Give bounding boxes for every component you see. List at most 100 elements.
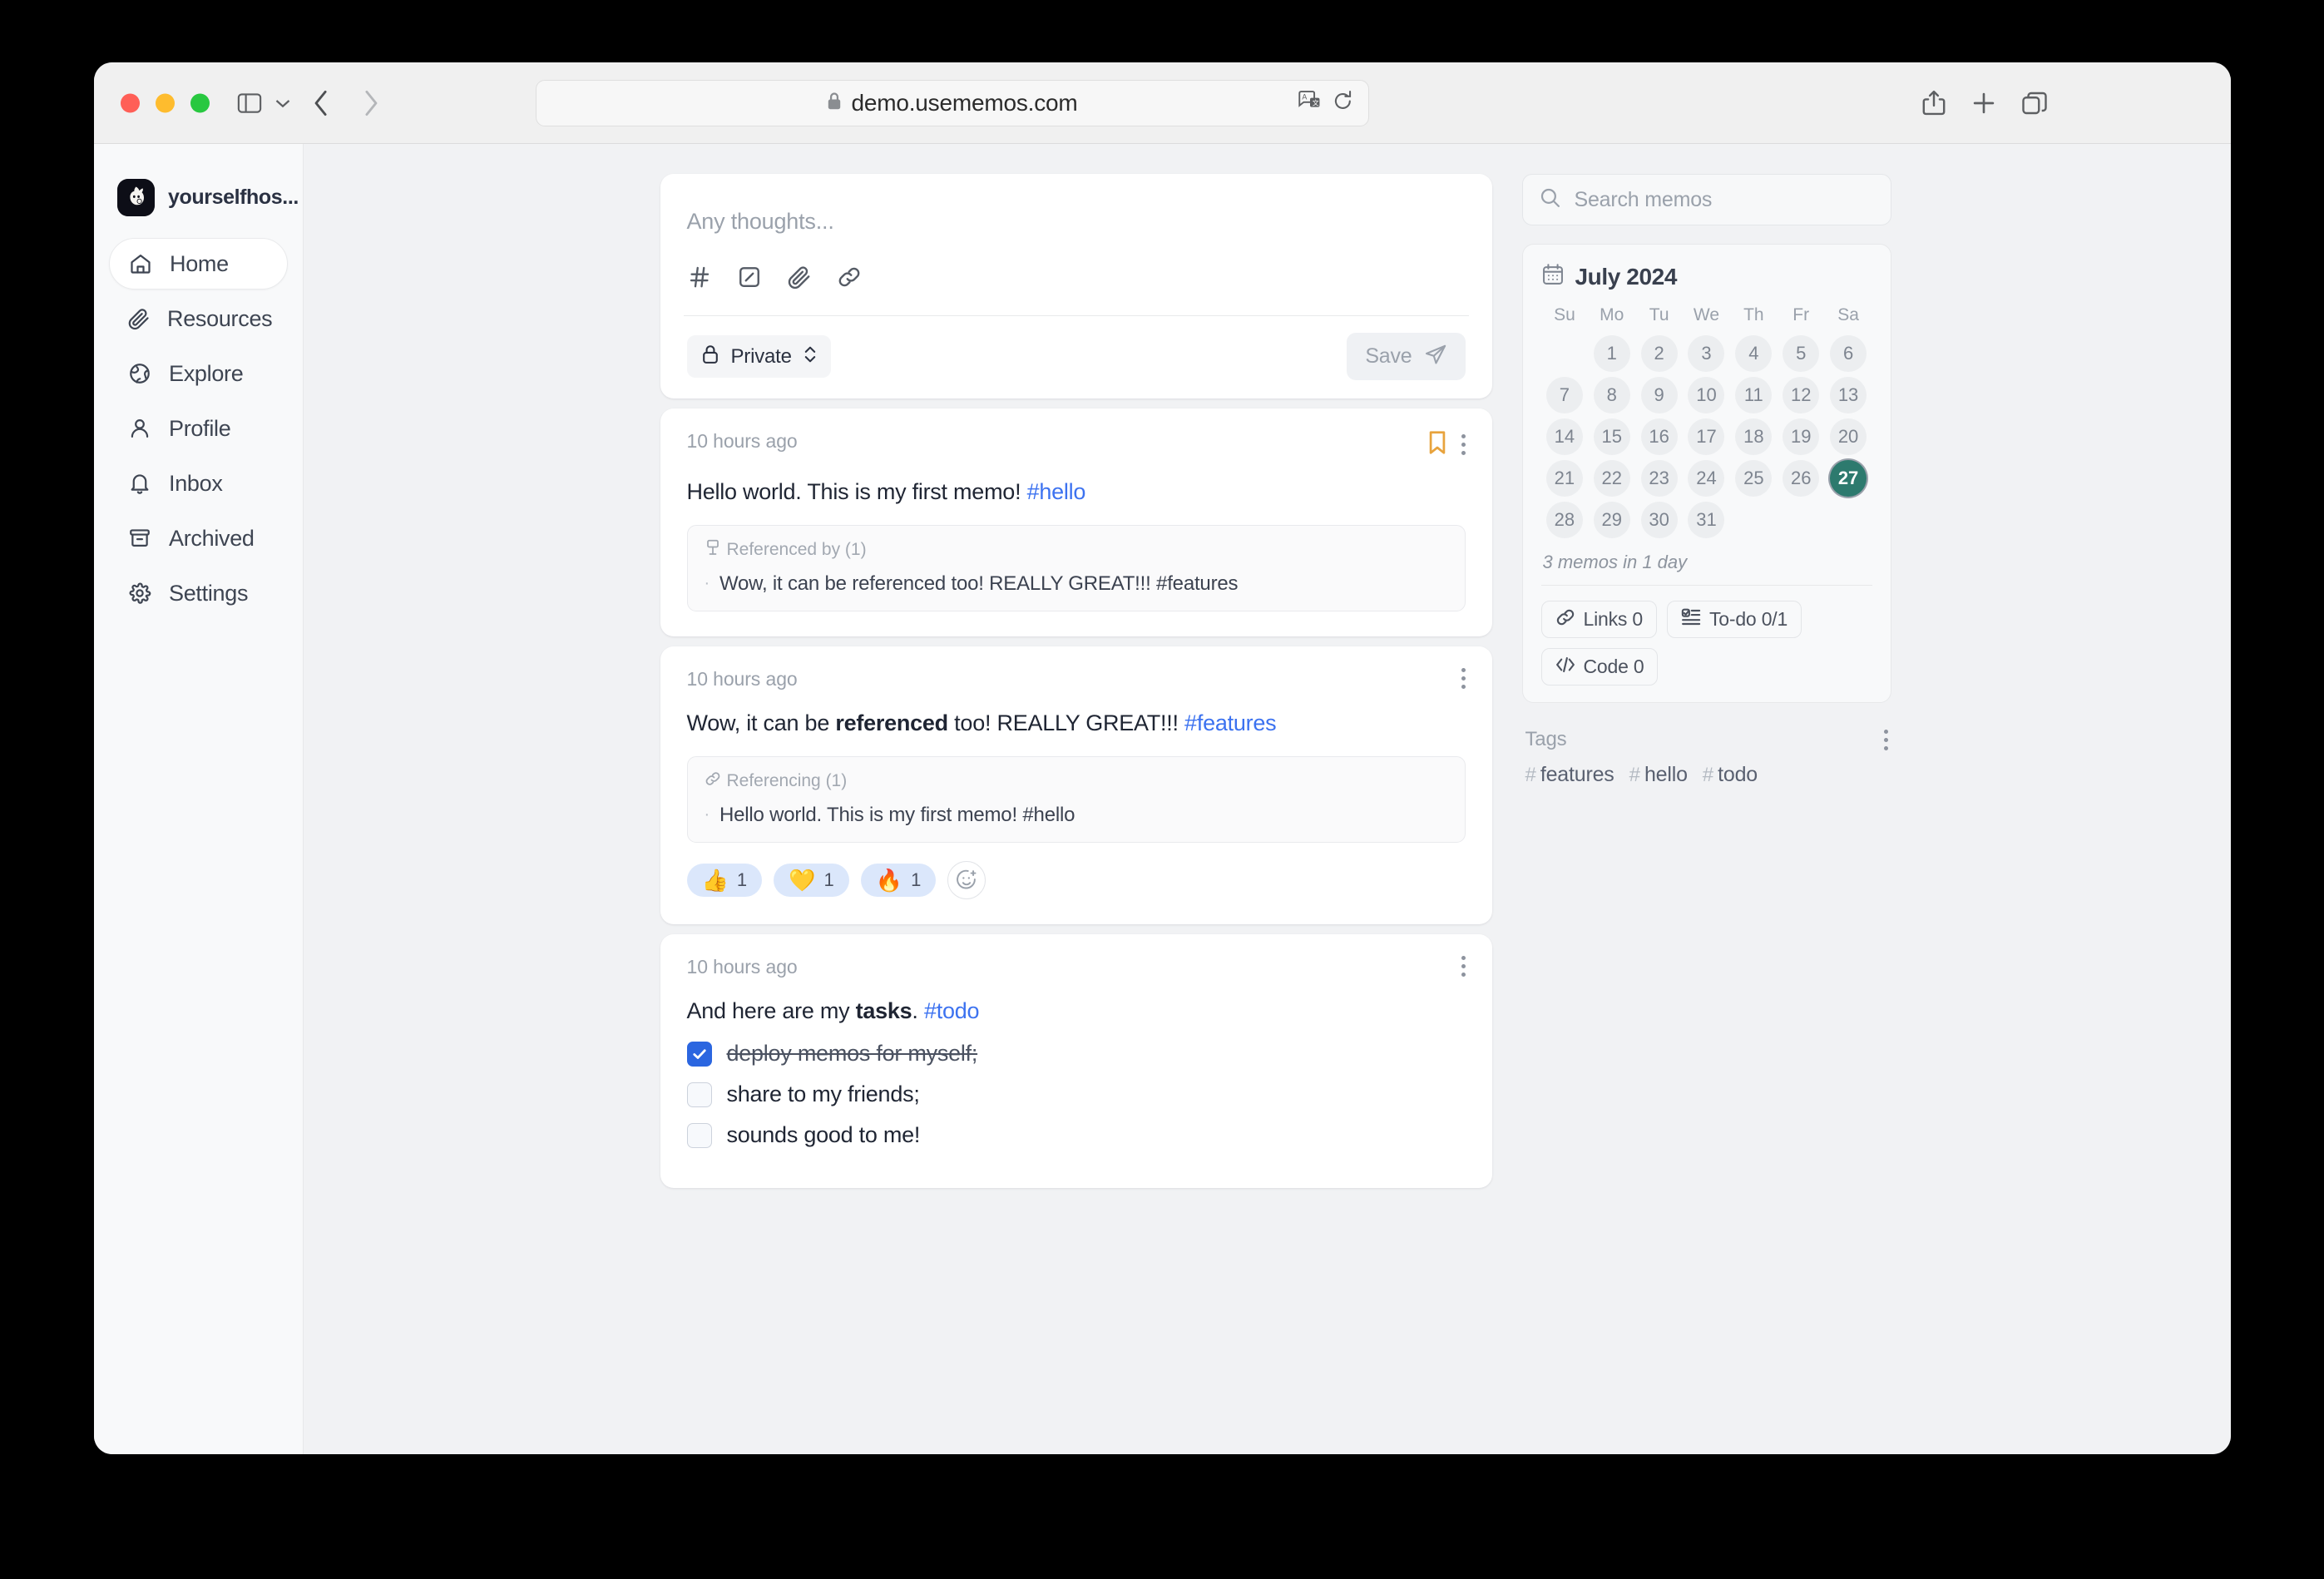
memo-card[interactable]: 10 hours ago Hello world. This is my fir… [660, 408, 1492, 637]
calendar-day[interactable]: 17 [1688, 418, 1725, 455]
sidebar-item-resources[interactable]: Resources [109, 293, 288, 344]
memo-more-menu-button[interactable] [1461, 668, 1466, 690]
fire-reaction[interactable]: 🔥 1 [860, 864, 937, 898]
code-stat[interactable]: Code 0 [1540, 648, 1659, 686]
reference-in-icon [705, 539, 721, 561]
minimize-window-button[interactable] [156, 93, 175, 112]
relation-item-label: Hello world. This is my first memo! #hel… [719, 804, 1075, 827]
search-input[interactable]: Search memos [1521, 174, 1891, 225]
memo-reactions: 👍 1 💛 1 🔥 1 [686, 861, 1466, 900]
sidebar-toggle-icon[interactable] [237, 92, 262, 114]
calendar-day[interactable]: 23 [1640, 460, 1678, 497]
username-label: yourselfhos... [168, 186, 299, 209]
memo-relation-box: Referenced by (1) · Wow, it can be refer… [686, 525, 1466, 612]
checkbox-icon[interactable] [737, 265, 762, 294]
memo-tag-link[interactable]: #hello [1027, 479, 1086, 504]
translate-icon[interactable]: A 文 [1298, 90, 1322, 116]
calendar-day[interactable]: 18 [1735, 418, 1773, 455]
calendar-day[interactable]: 11 [1735, 377, 1773, 413]
sidebar-item-inbox[interactable]: Inbox [109, 458, 288, 509]
calendar-day[interactable]: 30 [1640, 502, 1678, 538]
close-window-button[interactable] [121, 93, 140, 112]
links-stat[interactable]: Links 0 [1540, 601, 1657, 638]
calendar-day[interactable]: 21 [1545, 460, 1583, 497]
calendar-day[interactable]: 2 [1640, 335, 1678, 372]
calendar-day[interactable]: 10 [1688, 377, 1725, 413]
tags-more-menu-button[interactable] [1883, 729, 1888, 750]
calendar-day[interactable]: 28 [1545, 502, 1583, 538]
back-button[interactable] [312, 89, 330, 117]
memo-card[interactable]: 10 hours ago And here are my tasks. #tod… [660, 934, 1492, 1189]
tab-overview-icon[interactable] [2022, 92, 2047, 115]
calendar-day[interactable]: 6 [1830, 335, 1867, 372]
memo-editor-input[interactable]: Any thoughts... [687, 197, 1466, 265]
calendar-day[interactable]: 15 [1593, 418, 1630, 455]
bookmark-icon[interactable] [1427, 430, 1448, 459]
link-icon[interactable] [837, 265, 862, 294]
calendar-day[interactable]: 19 [1783, 418, 1820, 455]
task-item[interactable]: deploy memos for myself; [686, 1041, 1466, 1067]
calendar-day[interactable]: 4 [1735, 335, 1773, 372]
chevron-down-icon[interactable] [275, 98, 290, 108]
yellow-heart-reaction[interactable]: 💛 1 [774, 864, 849, 898]
calendar-day[interactable]: 22 [1593, 460, 1630, 497]
relation-item[interactable]: · Hello world. This is my first memo! #h… [705, 804, 1448, 827]
calendar-day[interactable]: 13 [1830, 377, 1867, 413]
tag-item[interactable]: # features [1525, 763, 1614, 787]
calendar-day[interactable]: 14 [1545, 418, 1583, 455]
reload-icon[interactable] [1333, 90, 1353, 116]
right-sidebar: Search memos July 2024 Su Mo Tu We Th Fr… [1521, 174, 1891, 1454]
calendar-day[interactable]: 16 [1640, 418, 1678, 455]
user-profile-row[interactable]: yourselfhos... [109, 176, 299, 216]
sidebar-item-archived[interactable]: Archived [109, 512, 288, 564]
memo-card[interactable]: 10 hours ago Wow, it can be referenced t… [660, 646, 1492, 925]
visibility-selector[interactable]: Private [686, 335, 831, 378]
calendar-day[interactable]: 9 [1640, 377, 1678, 413]
calendar-day[interactable]: 3 [1688, 335, 1725, 372]
forward-button[interactable] [362, 89, 380, 117]
hashtag-icon[interactable] [687, 265, 712, 294]
sidebar-item-home[interactable]: Home [109, 238, 288, 290]
memo-more-menu-button[interactable] [1461, 956, 1466, 978]
todo-stat[interactable]: To-do 0/1 [1666, 601, 1802, 638]
plus-icon[interactable] [1972, 92, 1995, 115]
maximize-window-button[interactable] [190, 93, 210, 112]
calendar-day[interactable]: 25 [1735, 460, 1773, 497]
memo-editor[interactable]: Any thoughts... Private Save [660, 174, 1492, 398]
tag-item[interactable]: # todo [1703, 763, 1758, 787]
sidebar-item-explore[interactable]: Explore [109, 348, 288, 399]
stat-label: To-do 0/1 [1708, 608, 1788, 630]
calendar-day-today[interactable]: 27 [1830, 460, 1867, 497]
task-item[interactable]: sounds good to me! [686, 1122, 1466, 1148]
sidebar-item-settings[interactable]: Settings [109, 567, 288, 619]
calendar-day[interactable]: 29 [1593, 502, 1630, 538]
calendar-day[interactable]: 12 [1783, 377, 1820, 413]
address-bar[interactable]: demo.usememos.com A 文 [536, 79, 1369, 126]
sidebar-item-profile[interactable]: Profile [109, 403, 288, 454]
calendar-day[interactable]: 1 [1593, 335, 1630, 372]
relation-item[interactable]: · Wow, it can be referenced too! REALLY … [705, 572, 1448, 596]
share-icon[interactable] [1922, 90, 1946, 116]
task-item[interactable]: share to my friends; [686, 1082, 1466, 1107]
memo-tag-link[interactable]: #features [1184, 710, 1277, 735]
save-button[interactable]: Save [1347, 333, 1466, 380]
tag-item[interactable]: # hello [1629, 763, 1688, 787]
calendar-day[interactable]: 24 [1688, 460, 1725, 497]
thumbs-up-reaction[interactable]: 👍 1 [686, 864, 763, 898]
memo-tag-link[interactable]: #todo [924, 998, 980, 1023]
calendar-icon [1541, 263, 1565, 290]
calendar-day[interactable]: 8 [1593, 377, 1630, 413]
calendar-day[interactable]: 26 [1783, 460, 1820, 497]
memo-more-menu-button[interactable] [1461, 434, 1466, 455]
calendar-dow-label: Th [1743, 305, 1764, 324]
task-checkbox[interactable] [686, 1082, 712, 1107]
add-reaction-icon[interactable] [947, 861, 986, 900]
calendar-day[interactable]: 7 [1545, 377, 1583, 413]
paperclip-icon[interactable] [787, 265, 812, 294]
app-viewport: yourselfhos... Home Resources Explore Pr… [94, 144, 2231, 1454]
calendar-day[interactable]: 5 [1783, 335, 1820, 372]
task-checkbox[interactable] [686, 1041, 712, 1067]
task-checkbox[interactable] [686, 1122, 712, 1148]
calendar-day[interactable]: 31 [1688, 502, 1725, 538]
calendar-day[interactable]: 20 [1830, 418, 1867, 455]
